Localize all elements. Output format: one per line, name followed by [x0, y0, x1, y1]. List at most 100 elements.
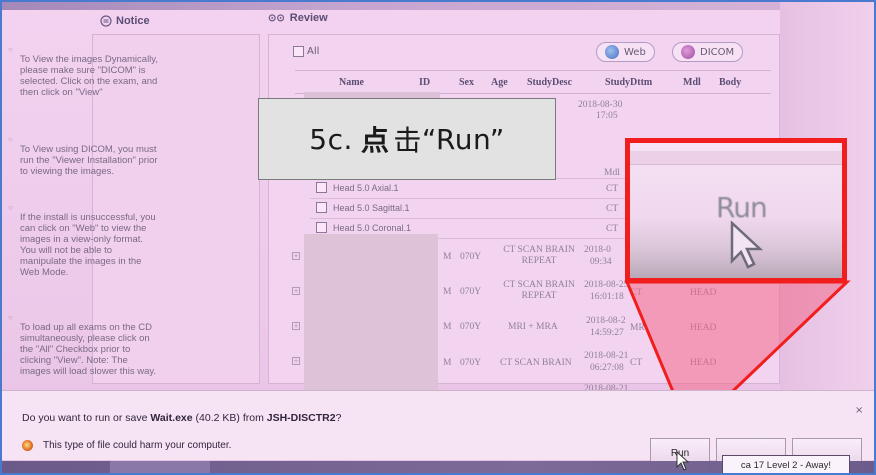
warning-shield-icon [22, 440, 33, 451]
row-date: 2018-08-25 [584, 280, 629, 290]
series-row[interactable]: Head 5.0 Coronal.1 [316, 222, 411, 233]
row-age: 070Y [460, 252, 482, 262]
col-sex[interactable]: Sex [459, 77, 474, 88]
series-checkbox[interactable] [316, 202, 327, 213]
notice-text-3: ○ If the install is unsuccessful, you ca… [8, 203, 160, 278]
globe-icon [605, 45, 619, 59]
col-name[interactable]: Name [339, 77, 364, 88]
notice-text-1: ○ To View the images Dynamically, please… [8, 45, 160, 98]
table-header: Name ID Sex Age StudyDesc StudyDttm Mdl … [295, 70, 771, 94]
row-desc: CT SCAN BRAIN REPEAT [503, 280, 575, 301]
row-desc: CT SCAN BRAIN REPEAT [503, 245, 575, 266]
row-sex: M [443, 287, 452, 297]
review-icon: ⊙⊙ [268, 12, 285, 24]
series-checkbox[interactable] [316, 182, 327, 193]
download-size: (40.2 KB) from [192, 412, 267, 424]
notice-text: To View the images Dynamically, please m… [20, 54, 158, 98]
question-prefix: Do you want to run or save [22, 412, 151, 424]
step-callout: 5c. 点 击 “Run” [258, 98, 556, 180]
divider [310, 218, 640, 219]
expand-icon[interactable]: + [292, 252, 300, 260]
col-studydttm[interactable]: StudyDttm [605, 77, 652, 88]
bullet-icon: ○ [8, 313, 13, 322]
tooltip-text: ca 17 Level 2 - Away! [740, 459, 832, 471]
dicom-label: DICOM [700, 46, 735, 58]
bullet-icon: ○ [8, 203, 13, 212]
row-date: 2018-0 [584, 245, 611, 255]
notice-text: To load up all exams on the CD simultane… [20, 322, 157, 377]
series-row[interactable]: Head 5.0 Sagittal.1 [316, 202, 410, 213]
row-desc: CT SCAN BRAIN [500, 358, 572, 368]
row-desc: MRI + MRA [508, 322, 558, 332]
col-age[interactable]: Age [491, 77, 508, 88]
web-button[interactable]: Web [596, 42, 655, 62]
review-title: Review [289, 12, 328, 24]
download-filename: Wait.exe [150, 412, 193, 424]
status-tooltip: ca 17 Level 2 - Away! [722, 455, 850, 475]
row-time: 16:01:18 [590, 292, 624, 302]
row-mdl: CT [630, 358, 643, 368]
download-warning: This type of file could harm your comput… [22, 440, 231, 451]
callout-verb: 击 [393, 124, 422, 157]
notice-text-2: ○ To View using DICOM, you must run the … [8, 135, 160, 177]
series-checkbox[interactable] [316, 222, 327, 233]
notice-icon [100, 15, 112, 27]
row-mdl: CT [630, 288, 643, 298]
row-body: HEAD [690, 358, 717, 368]
all-checkbox[interactable] [293, 46, 304, 57]
notice-text-4: ○ To load up all exams on the CD simulta… [8, 313, 160, 377]
row-age: 070Y [460, 322, 482, 332]
dicom-icon [681, 45, 695, 59]
bullet-icon: ○ [8, 45, 13, 54]
expand-icon[interactable]: + [292, 287, 300, 295]
row-sex: M [443, 252, 452, 262]
bullet-icon: ○ [8, 135, 13, 144]
row-time: 09:34 [590, 257, 612, 267]
callout-step: 5c. [309, 122, 353, 156]
col-body[interactable]: Body [719, 77, 741, 88]
all-label: All [307, 46, 320, 57]
series-mdl: CT [606, 204, 619, 214]
cursor-icon [730, 221, 764, 269]
close-icon[interactable]: × [855, 405, 863, 416]
notice-text: If the install is unsuccessful, you can … [20, 212, 156, 278]
question-suffix: ? [335, 412, 342, 424]
row-sex: M [443, 358, 452, 368]
row-mdl: MR [630, 323, 645, 333]
notice-header: Notice [90, 8, 260, 34]
notice-title: Notice [116, 15, 150, 27]
all-checkbox-row[interactable]: All [293, 46, 319, 57]
row-body: HEAD [690, 323, 717, 333]
notice-text: To View using DICOM, you must run the "V… [20, 144, 158, 177]
row-age: 070Y [460, 358, 482, 368]
row-body: HEAD [690, 288, 717, 298]
series-label: Head 5.0 Axial.1 [333, 182, 399, 193]
col-mdl[interactable]: Mdl [683, 77, 701, 88]
series-mdl: CT [606, 184, 619, 194]
download-question: Do you want to run or save Wait.exe (40.… [22, 412, 341, 424]
expand-icon[interactable]: + [292, 322, 300, 330]
series-label: Head 5.0 Coronal.1 [333, 222, 412, 233]
warning-text: This type of file could harm your comput… [43, 440, 232, 451]
cursor-icon [676, 451, 690, 471]
row-date: 2018-08-2 [586, 316, 626, 326]
redacted-block [304, 234, 438, 394]
row-sex: M [443, 322, 452, 332]
row-time: 06:27:08 [590, 363, 624, 373]
expand-icon[interactable]: + [292, 357, 300, 365]
col-id[interactable]: ID [419, 77, 430, 88]
dicom-button[interactable]: DICOM [672, 42, 744, 62]
row1-time: 17:05 [596, 111, 618, 121]
zoom-run-label: Run [716, 191, 768, 224]
taskbar-item[interactable] [110, 461, 210, 475]
series-label: Head 5.0 Sagittal.1 [333, 202, 410, 213]
web-label: Web [624, 46, 646, 58]
series-row[interactable]: Head 5.0 Axial.1 [316, 182, 399, 193]
row-date: 2018-08-21 [584, 351, 629, 361]
row-age: 070Y [460, 287, 482, 297]
series-mdl: CT [606, 224, 619, 234]
row-time: 14:59:27 [590, 328, 624, 338]
col-studydesc[interactable]: StudyDesc [527, 77, 572, 88]
review-header: ⊙⊙ Review [268, 12, 328, 24]
row1-date: 2018-08-30 [578, 100, 623, 110]
